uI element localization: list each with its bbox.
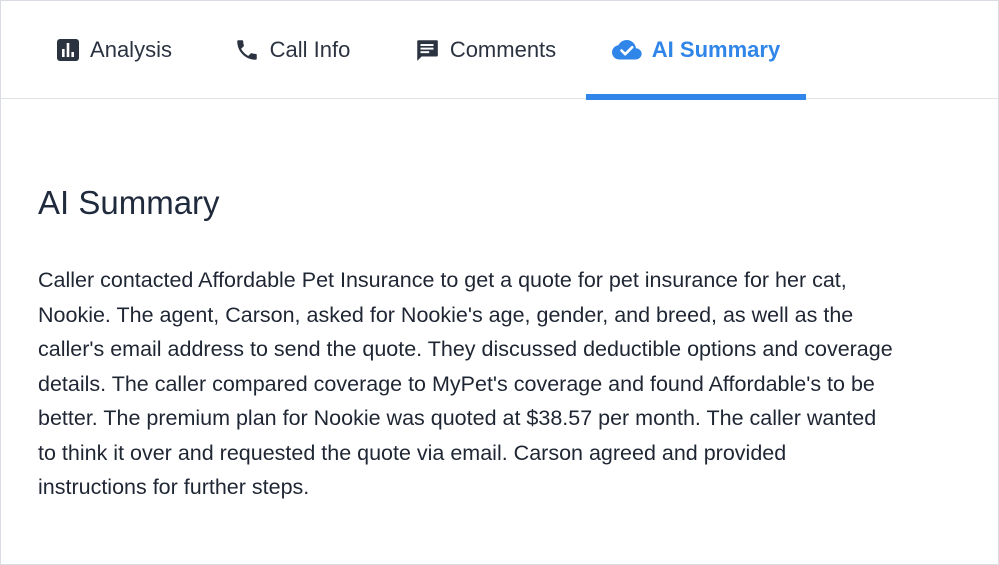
tab-label: Comments: [449, 36, 557, 62]
tab-label: Analysis: [90, 36, 172, 62]
app-window: Analysis Call Info Comments AI Summary A…: [0, 0, 999, 565]
summary-text: Caller contacted Affordable Pet Insuranc…: [38, 268, 893, 499]
tab-comments[interactable]: Comments: [405, 1, 565, 98]
phone-icon: [234, 37, 260, 63]
summary-panel: AI Summary Caller contacted Affordable P…: [38, 99, 938, 505]
bar-chart-icon: [56, 38, 80, 62]
tab-label: Call Info: [269, 36, 351, 62]
comment-icon: [414, 37, 440, 63]
page-title: AI Summary: [38, 184, 220, 221]
tab-analysis[interactable]: Analysis: [49, 1, 179, 98]
tab-call-info[interactable]: Call Info: [227, 1, 357, 98]
tab-ai-summary[interactable]: AI Summary: [586, 1, 806, 100]
tab-label: AI Summary: [651, 36, 781, 62]
tab-bar: Analysis Call Info Comments AI Summary: [1, 1, 998, 100]
cloud-check-icon: [611, 39, 642, 61]
